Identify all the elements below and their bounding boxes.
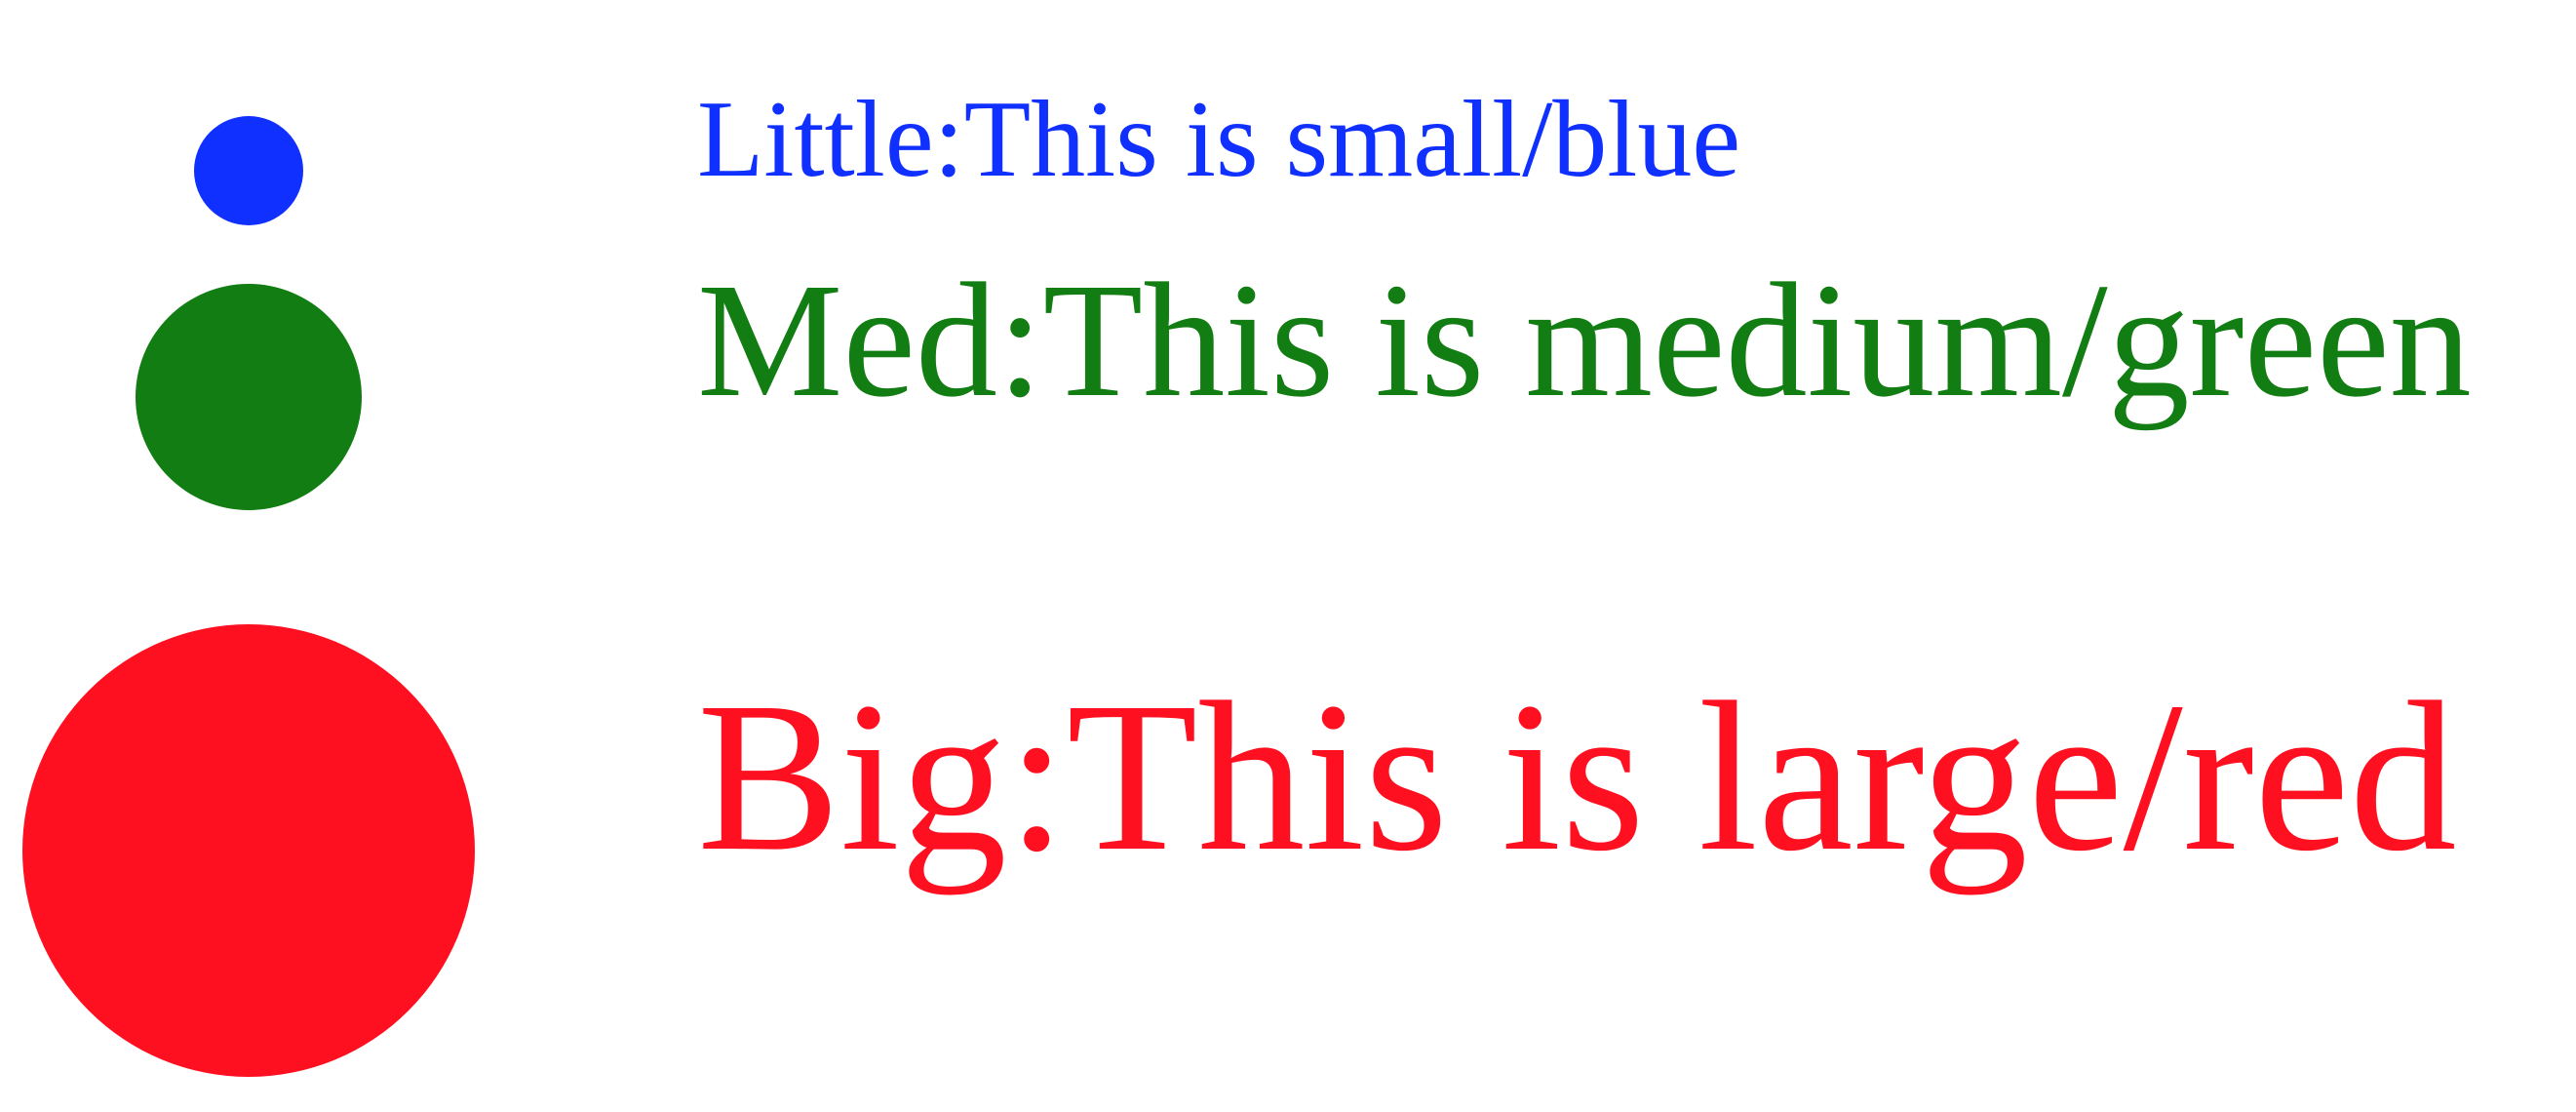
large-circle	[22, 624, 475, 1077]
legend-svg: Little:This is small/blue Med:This is me…	[22, 79, 2472, 1077]
large-label: Big:This is large/red	[697, 657, 2457, 895]
medium-label: Med:This is medium/green	[697, 250, 2472, 431]
legend-diagram: Little:This is small/blue Med:This is me…	[0, 0, 2576, 1112]
small-label: Little:This is small/blue	[697, 79, 1740, 200]
medium-circle	[136, 284, 362, 510]
small-circle	[194, 116, 303, 225]
